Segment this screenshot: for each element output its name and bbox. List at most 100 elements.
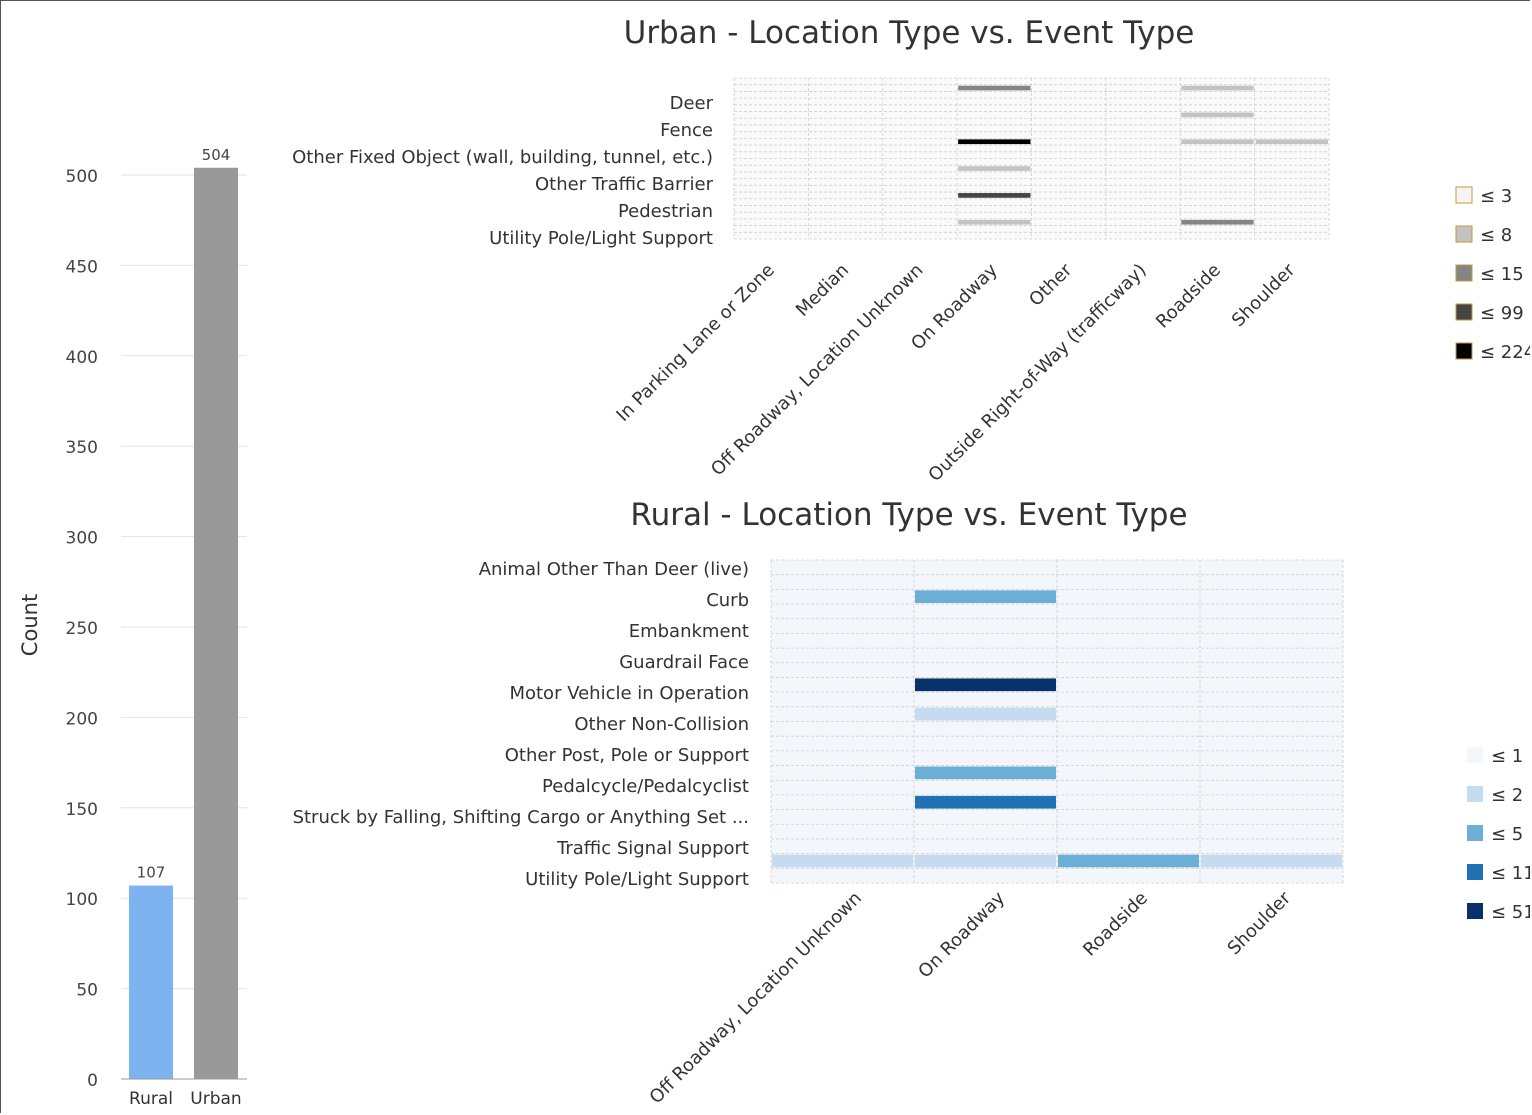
urban-x-labels: In Parking Lane or Zone MedianOff Roadway… bbox=[612, 259, 1299, 486]
bar-y-ticks: 0 50 100 150 200 250 300 350 400 450 500 bbox=[66, 167, 98, 1091]
bar-y-tick-label: 200 bbox=[66, 709, 98, 729]
rural-y-tick-label: Other Non-Collision bbox=[574, 714, 749, 735]
rural-legend-label: ≤ 51 bbox=[1491, 902, 1530, 923]
bar-y-tick-label: 300 bbox=[66, 529, 98, 549]
rural-x-tick-label: Off Roadway, Location Unknown bbox=[646, 888, 866, 1108]
urban-y-tick-label: Fence bbox=[660, 120, 713, 141]
urban-y-tick-label: Other Fixed Object (wall, building, tunn… bbox=[292, 147, 713, 168]
urban-plot-area bbox=[733, 77, 1330, 240]
urban-heatmap-cell[interactable] bbox=[1181, 85, 1254, 91]
urban-heatmap-cell[interactable] bbox=[1181, 112, 1254, 118]
urban-heatmap-cell[interactable] bbox=[1181, 219, 1254, 225]
bar-y-tick-label: 250 bbox=[66, 619, 98, 639]
rural-heatmap-cell[interactable] bbox=[915, 678, 1056, 692]
bar-y-tick-label: 350 bbox=[66, 438, 98, 458]
urban-y-labels: Deer Fence Other Fixed Object (wall, build… bbox=[292, 93, 713, 249]
urban-y-tick-label: Deer bbox=[670, 93, 714, 114]
bar-y-tick-label: 450 bbox=[66, 257, 98, 277]
urban-x-tick-label: In Parking Lane or Zone bbox=[612, 260, 778, 426]
rural-y-tick-label: Guardrail Face bbox=[619, 652, 749, 673]
rural-legend-swatch bbox=[1467, 903, 1483, 919]
rural-heatmap-cell[interactable] bbox=[915, 854, 1056, 868]
urban-legend-swatch bbox=[1455, 342, 1473, 360]
dashboard-svg: Count 0 50 100 150 200 250 300 350 400 450 500 107… bbox=[18, 15, 1530, 1109]
bar-value-label: 504 bbox=[202, 146, 231, 164]
rural-y-tick-label: Animal Other Than Deer (live) bbox=[479, 559, 749, 580]
urban-heatmap-title: Urban - Location Type vs. Event Type bbox=[624, 15, 1195, 51]
urban-legend-label: ≤ 3 bbox=[1480, 186, 1512, 207]
bar-y-tick-label: 100 bbox=[66, 890, 98, 910]
rural-legend-swatch bbox=[1467, 864, 1483, 880]
rural-heatmap-cell[interactable] bbox=[1058, 854, 1199, 868]
rural-heatmap-cell[interactable] bbox=[915, 590, 1056, 604]
urban-heatmap-cell[interactable] bbox=[1255, 139, 1328, 145]
rural-y-tick-label: Curb bbox=[706, 590, 749, 611]
rural-x-tick-label: On Roadway bbox=[914, 887, 1009, 982]
urban-legend-label: ≤ 8 bbox=[1480, 225, 1512, 246]
bar-chart: Count 0 50 100 150 200 250 300 350 400 450 500 107… bbox=[18, 146, 247, 1109]
urban-heatmap-cell[interactable] bbox=[958, 139, 1031, 145]
bar-y-tick-label: 50 bbox=[76, 981, 98, 1001]
bar-rural[interactable] bbox=[129, 885, 173, 1079]
urban-y-tick-label: Utility Pole/Light Support bbox=[489, 228, 713, 249]
rural-y-tick-label: Motor Vehicle in Operation bbox=[509, 683, 749, 704]
urban-heatmap-cell[interactable] bbox=[958, 166, 1031, 171]
rural-y-tick-label: Embankment bbox=[629, 621, 749, 642]
bar-x-tick-label: Urban bbox=[190, 1089, 241, 1109]
rural-heatmap: Rural - Location Type vs. Event Type Ani… bbox=[293, 497, 1530, 1108]
urban-legend-swatch bbox=[1455, 186, 1473, 204]
urban-legend-swatch bbox=[1455, 264, 1473, 282]
urban-legend: ≤ 3 ≤ 8 ≤ 15 ≤ 99 ≤ 224 bbox=[1455, 186, 1530, 363]
rural-heatmap-cell[interactable] bbox=[772, 854, 913, 868]
rural-legend-label: ≤ 5 bbox=[1491, 824, 1523, 845]
bar-y-axis-label: Count bbox=[18, 594, 42, 656]
bar-y-tick-label: 400 bbox=[66, 348, 98, 368]
bar-y-tick-label: 150 bbox=[66, 800, 98, 820]
rural-y-tick-label: Pedalcycle/Pedalcyclist bbox=[542, 776, 749, 797]
rural-heatmap-cell[interactable] bbox=[915, 766, 1056, 780]
urban-heatmap-cell[interactable] bbox=[958, 193, 1031, 198]
urban-legend-swatch bbox=[1455, 225, 1473, 243]
urban-heatmap-cell[interactable] bbox=[958, 219, 1031, 225]
rural-legend-swatch bbox=[1467, 825, 1483, 841]
bar-series: 107 504 bbox=[129, 146, 238, 1079]
urban-y-tick-label: Other Traffic Barrier bbox=[535, 174, 714, 195]
rural-y-tick-label: Other Post, Pole or Support bbox=[505, 745, 749, 766]
rural-plot-area bbox=[770, 559, 1344, 884]
urban-heatmap-cell[interactable] bbox=[958, 85, 1031, 91]
rural-y-tick-label: Traffic Signal Support bbox=[556, 838, 749, 859]
bar-value-label: 107 bbox=[137, 864, 166, 882]
rural-legend-label: ≤ 11 bbox=[1491, 863, 1530, 884]
bar-x-tick-label: Rural bbox=[129, 1089, 173, 1109]
rural-legend-label: ≤ 2 bbox=[1491, 785, 1523, 806]
urban-x-tick-label: Shoulder bbox=[1228, 259, 1300, 331]
urban-x-tick-label: Median bbox=[792, 260, 853, 321]
rural-legend: ≤ 1 ≤ 2 ≤ 5 ≤ 11 ≤ 51 bbox=[1467, 746, 1530, 923]
rural-x-tick-label: Roadside bbox=[1079, 888, 1152, 961]
urban-x-tick-label: Other bbox=[1025, 259, 1076, 310]
rural-y-labels: Animal Other Than Deer (live) Curb Embankm… bbox=[293, 559, 749, 890]
urban-x-tick-label: Roadside bbox=[1152, 260, 1225, 333]
urban-legend-label: ≤ 224 bbox=[1480, 342, 1530, 363]
bar-y-tick-label: 0 bbox=[87, 1071, 98, 1091]
urban-legend-label: ≤ 15 bbox=[1480, 264, 1524, 285]
urban-y-tick-label: Pedestrian bbox=[618, 201, 713, 222]
rural-y-tick-label: Struck by Falling, Shifting Cargo or Any… bbox=[293, 807, 749, 828]
rural-x-labels: Off Roadway, Location Unknown On Roadway R… bbox=[646, 887, 1296, 1108]
rural-x-tick-label: Shoulder bbox=[1224, 887, 1296, 959]
urban-heatmap-cell[interactable] bbox=[1181, 139, 1254, 145]
rural-legend-label: ≤ 1 bbox=[1491, 746, 1523, 767]
rural-heatmap-title: Rural - Location Type vs. Event Type bbox=[630, 497, 1187, 533]
bar-x-ticks: Rural Urban bbox=[129, 1089, 242, 1109]
rural-legend-swatch bbox=[1467, 747, 1483, 763]
urban-legend-swatch bbox=[1455, 303, 1473, 321]
urban-heatmap: Urban - Location Type vs. Event Type Dee… bbox=[292, 15, 1530, 486]
urban-legend-label: ≤ 99 bbox=[1480, 303, 1524, 324]
rural-y-tick-label: Utility Pole/Light Support bbox=[525, 869, 749, 890]
bar-y-tick-label: 500 bbox=[66, 167, 98, 187]
rural-heatmap-cell[interactable] bbox=[915, 707, 1056, 721]
rural-heatmap-cell[interactable] bbox=[915, 795, 1056, 809]
dashboard-canvas: Count 0 50 100 150 200 250 300 350 400 450 500 107… bbox=[0, 0, 1530, 1113]
bar-urban[interactable] bbox=[194, 167, 238, 1079]
rural-heatmap-cell[interactable] bbox=[1201, 854, 1342, 868]
